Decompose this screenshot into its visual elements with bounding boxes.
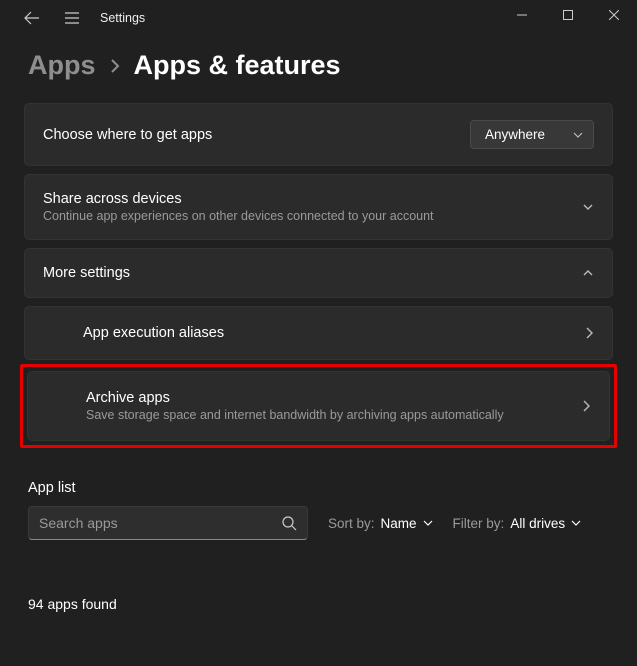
back-button[interactable]: [12, 0, 52, 36]
breadcrumb: Apps Apps & features: [0, 36, 637, 103]
setting-app-execution-aliases[interactable]: App execution aliases: [24, 306, 613, 360]
setting-archive-apps[interactable]: Archive apps Save storage space and inte…: [27, 371, 610, 441]
breadcrumb-current: Apps & features: [134, 50, 341, 81]
search-icon: [282, 516, 297, 531]
menu-button[interactable]: [52, 0, 92, 36]
chevron-down-icon: [573, 130, 583, 140]
highlight-annotation: Archive apps Save storage space and inte…: [20, 364, 617, 448]
setting-get-apps: Choose where to get apps Anywhere: [24, 103, 613, 166]
back-arrow-icon: [24, 10, 40, 26]
sort-value: Name: [381, 516, 417, 531]
chevron-down-icon: [423, 518, 433, 528]
search-apps-box[interactable]: [28, 506, 308, 540]
window-title: Settings: [100, 11, 145, 25]
chevron-right-icon: [584, 327, 594, 339]
setting-subtitle: Continue app experiences on other device…: [43, 209, 570, 223]
setting-title: More settings: [43, 265, 570, 281]
setting-title: Archive apps: [86, 390, 581, 406]
sort-label: Sort by:: [328, 516, 375, 531]
close-button[interactable]: [591, 0, 637, 30]
chevron-down-icon: [582, 201, 594, 213]
chevron-right-icon: [110, 59, 120, 73]
app-list-heading: App list: [24, 460, 613, 506]
get-apps-dropdown[interactable]: Anywhere: [470, 120, 594, 149]
setting-share-devices[interactable]: Share across devices Continue app experi…: [24, 174, 613, 240]
chevron-right-icon: [581, 400, 591, 412]
maximize-icon: [563, 10, 573, 20]
maximize-button[interactable]: [545, 0, 591, 30]
minimize-button[interactable]: [499, 0, 545, 30]
chevron-up-icon: [582, 267, 594, 279]
setting-subtitle: Save storage space and internet bandwidt…: [86, 408, 581, 422]
filter-by-control[interactable]: Filter by: All drives: [453, 516, 582, 531]
sort-by-control[interactable]: Sort by: Name: [328, 516, 433, 531]
window-controls: [499, 0, 637, 30]
dropdown-value: Anywhere: [485, 127, 545, 142]
hamburger-icon: [64, 10, 80, 26]
titlebar: Settings: [0, 0, 637, 36]
apps-found-count: 94 apps found: [24, 540, 613, 612]
breadcrumb-parent[interactable]: Apps: [28, 50, 96, 81]
filter-label: Filter by:: [453, 516, 505, 531]
setting-more-settings[interactable]: More settings: [24, 248, 613, 298]
filter-value: All drives: [510, 516, 565, 531]
setting-title: Share across devices: [43, 191, 570, 207]
setting-title: App execution aliases: [83, 325, 584, 341]
chevron-down-icon: [571, 518, 581, 528]
close-icon: [609, 10, 619, 20]
setting-title: Choose where to get apps: [43, 127, 458, 143]
minimize-icon: [517, 10, 527, 20]
search-apps-input[interactable]: [39, 515, 282, 531]
